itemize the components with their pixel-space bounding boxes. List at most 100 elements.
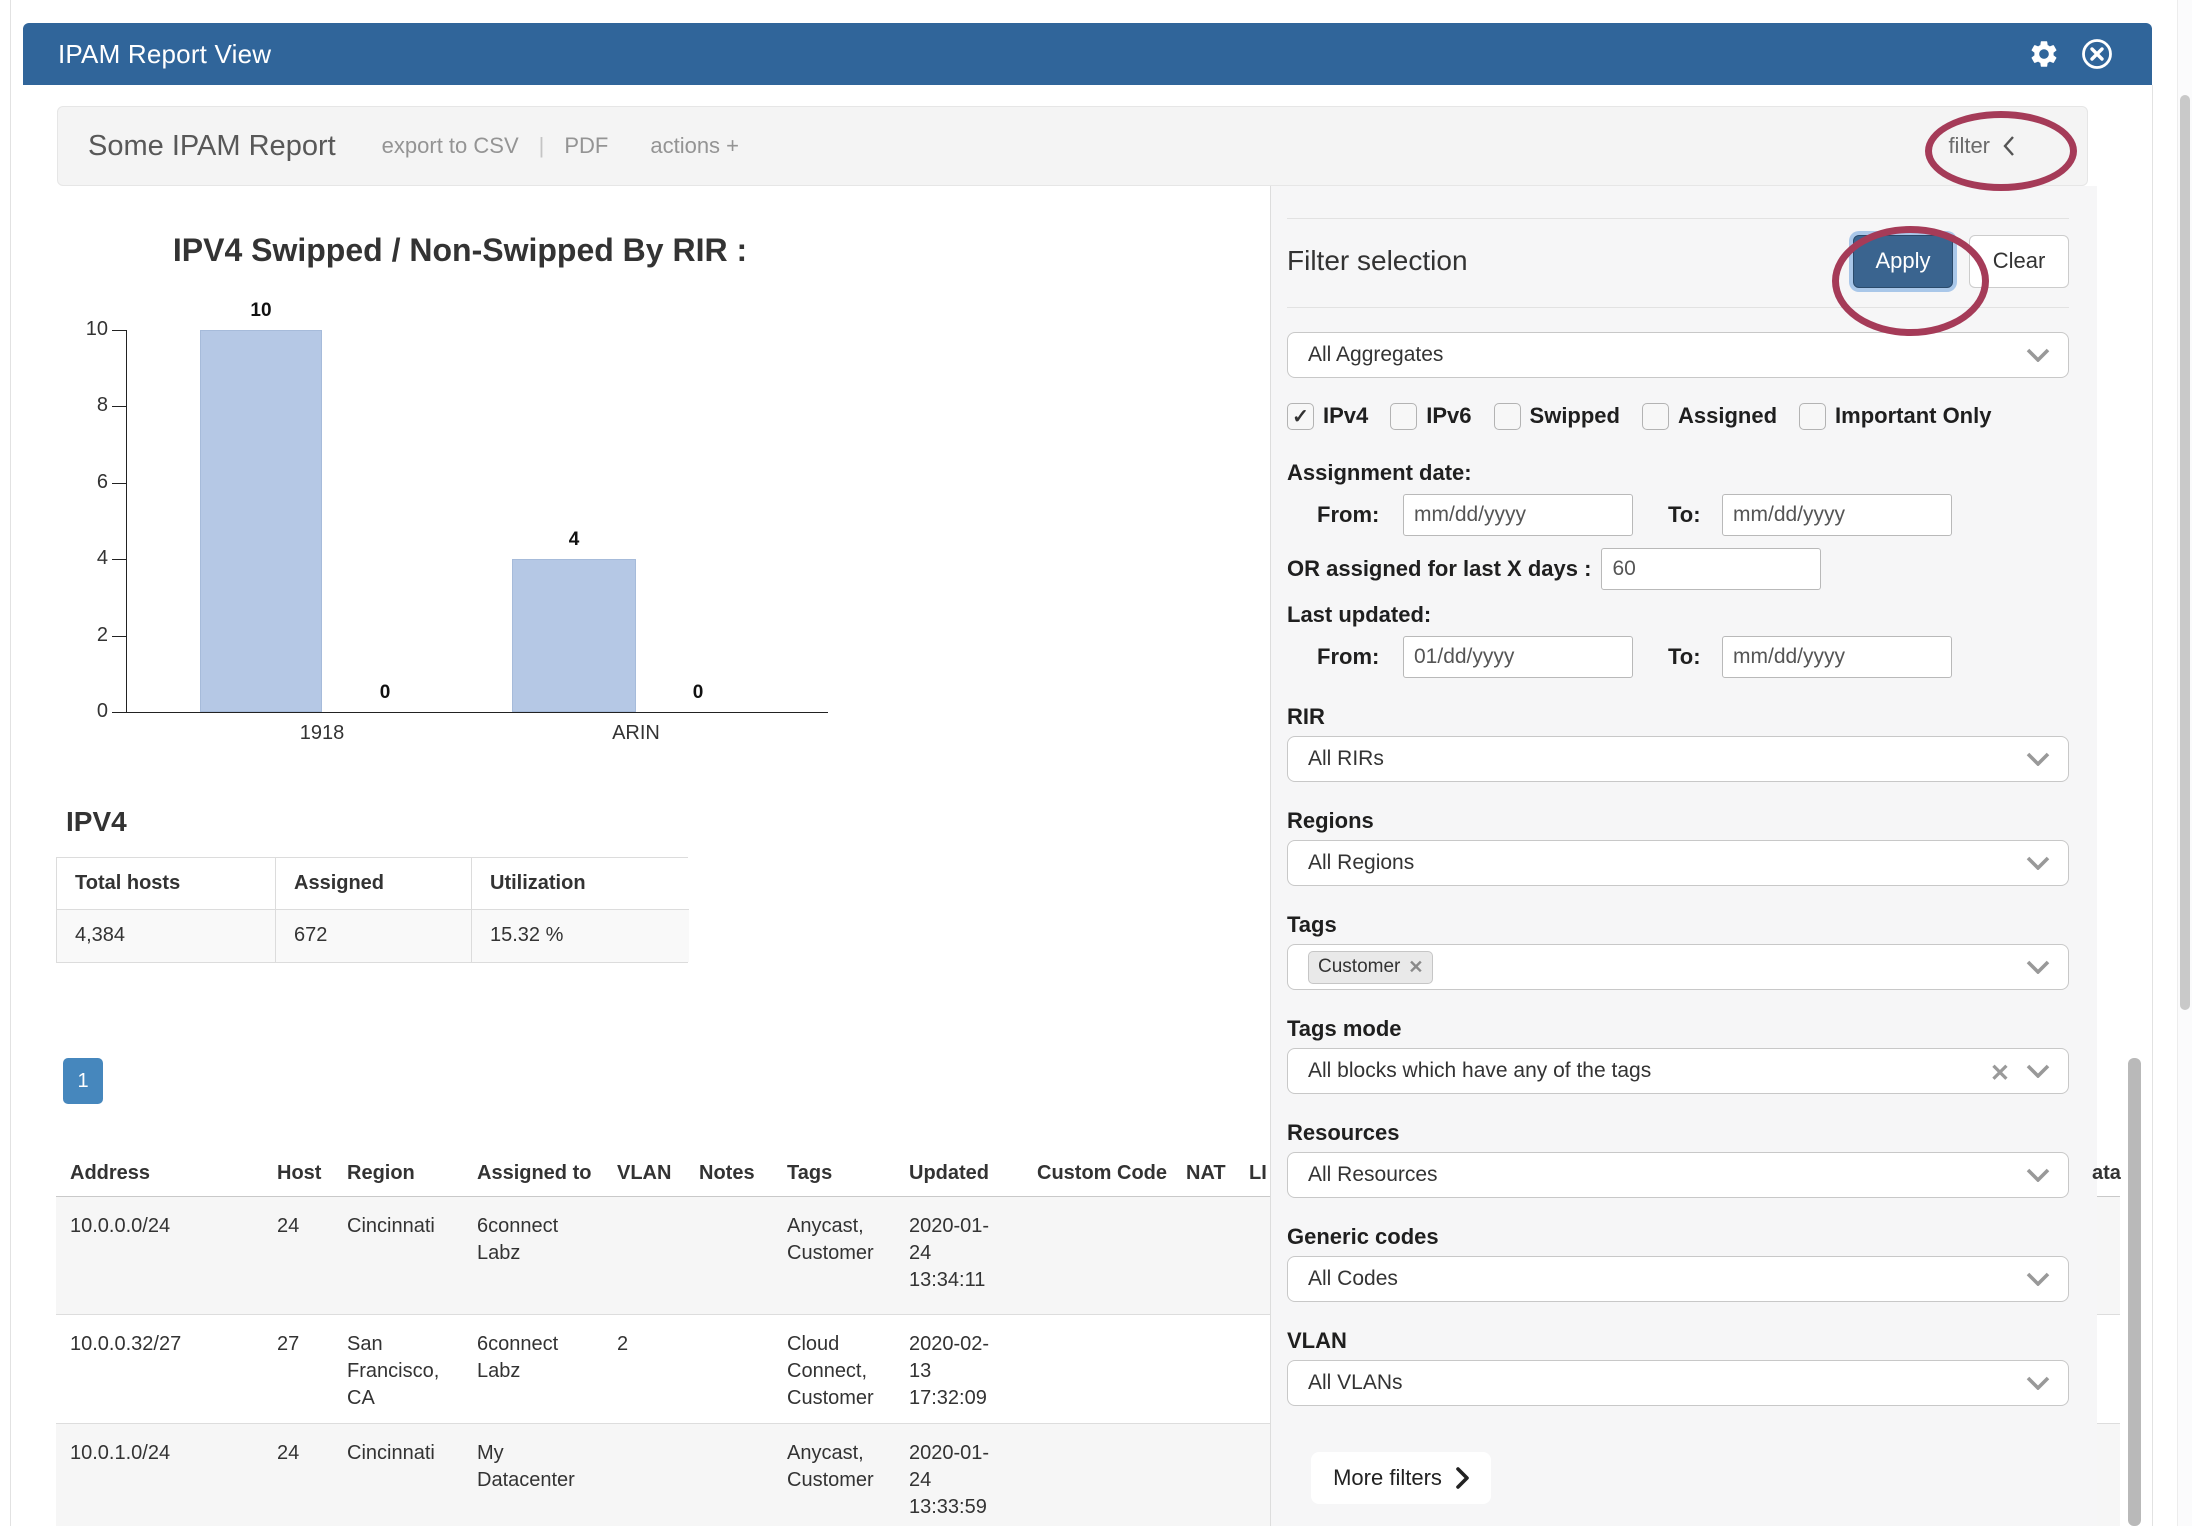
gear-icon[interactable] bbox=[2028, 38, 2060, 70]
x-axis-line bbox=[126, 712, 828, 713]
checkbox-unchecked[interactable] bbox=[1494, 403, 1521, 430]
outer-card-left-border bbox=[10, 0, 11, 1526]
assignment-date-row: From: To: bbox=[1287, 494, 2069, 536]
titlebar-icons bbox=[2028, 23, 2114, 85]
summary-header-cell: Total hosts bbox=[57, 858, 276, 910]
bar-zero-label: 0 bbox=[678, 682, 718, 704]
table-header-cell: Notes bbox=[699, 1162, 755, 1185]
assignment-to-input[interactable] bbox=[1722, 494, 1952, 536]
y-axis-tick bbox=[112, 712, 126, 713]
aggregates-select-value: All Aggregates bbox=[1308, 343, 1443, 367]
resources-select[interactable]: All Resources bbox=[1287, 1152, 2069, 1198]
checkbox-item[interactable]: Important Only bbox=[1799, 403, 1991, 430]
clear-selection-icon[interactable]: ✕ bbox=[1990, 1059, 2010, 1088]
assigned-last-days-label: OR assigned for last X days : bbox=[1287, 556, 1591, 582]
y-axis-tick bbox=[112, 330, 126, 331]
select-value: All Codes bbox=[1308, 1267, 1398, 1291]
table-cell: 10.0.0.0/24 bbox=[70, 1213, 265, 1240]
rir-select[interactable]: All RIRs bbox=[1287, 736, 2069, 782]
more-filters-label: More filters bbox=[1333, 1465, 1442, 1491]
apply-button[interactable]: Apply bbox=[1853, 235, 1953, 288]
generic-codes-select[interactable]: All Codes bbox=[1287, 1256, 2069, 1302]
window-scrollbar-thumb[interactable] bbox=[2180, 95, 2190, 1010]
table-header-cell: Assigned to bbox=[477, 1162, 591, 1185]
clear-button[interactable]: Clear bbox=[1969, 235, 2069, 288]
checkbox-label: Important Only bbox=[1835, 403, 1991, 429]
chevron-right-icon bbox=[1456, 1467, 1469, 1489]
y-axis-label: 0 bbox=[58, 700, 108, 723]
table-cell: Anycast, Customer bbox=[787, 1213, 899, 1267]
chevron-down-icon bbox=[2026, 1376, 2050, 1390]
summary-header-cell: Assigned bbox=[276, 858, 472, 910]
filter-panel-title: Filter selection bbox=[1287, 245, 1468, 277]
export-csv-link[interactable]: export to CSV bbox=[382, 133, 519, 159]
table-header-cell: LI bbox=[1249, 1162, 1267, 1185]
checkbox-item[interactable]: Assigned bbox=[1642, 403, 1777, 430]
table-cell: 2020-02- 13 17:32:09 bbox=[909, 1331, 1029, 1412]
table-cell: Cincinnati bbox=[347, 1213, 469, 1240]
chevron-down-icon bbox=[2026, 960, 2050, 974]
chip-remove-icon[interactable]: ✕ bbox=[1408, 957, 1423, 978]
chart-bar bbox=[512, 559, 636, 712]
summary-value-cell: 4,384 bbox=[57, 910, 276, 962]
y-axis-label: 8 bbox=[58, 394, 108, 417]
y-axis-line bbox=[126, 330, 127, 713]
checkbox-item[interactable]: ✓IPv4 bbox=[1287, 403, 1368, 430]
checkbox-label: Assigned bbox=[1678, 403, 1777, 429]
chevron-down-icon bbox=[2026, 1168, 2050, 1182]
checkbox-unchecked[interactable] bbox=[1642, 403, 1669, 430]
table-cell: Anycast, Customer bbox=[787, 1440, 899, 1494]
assigned-last-days-input[interactable] bbox=[1601, 548, 1821, 590]
last-updated-from-input[interactable] bbox=[1403, 636, 1633, 678]
tags-select[interactable]: Customer✕ bbox=[1287, 944, 2069, 990]
table-cell: 6connect Labz bbox=[477, 1331, 607, 1385]
table-cell: 2020-01- 24 13:33:59 bbox=[909, 1440, 1029, 1521]
table-cell: 10.0.1.0/24 bbox=[70, 1440, 265, 1467]
filter-sections: RIRAll RIRsRegionsAll RegionsTagsCustome… bbox=[1287, 704, 2069, 1406]
ipam-report-window: IPAM Report View Some IPAM Report export… bbox=[0, 0, 2192, 1526]
select-value: All Regions bbox=[1308, 851, 1414, 875]
export-pdf-link[interactable]: PDF bbox=[564, 133, 608, 159]
window-title: IPAM Report View bbox=[58, 39, 271, 70]
y-axis-label: 2 bbox=[58, 624, 108, 647]
summary-value-cell: 672 bbox=[276, 910, 472, 962]
table-header-cell: Region bbox=[347, 1162, 415, 1185]
filter-section-label-resources: Resources bbox=[1287, 1120, 2069, 1146]
table-cell: San Francisco, CA bbox=[347, 1331, 469, 1412]
checkbox-unchecked[interactable] bbox=[1799, 403, 1826, 430]
checkbox-item[interactable]: Swipped bbox=[1494, 403, 1620, 430]
chevron-down-icon bbox=[2026, 348, 2050, 362]
filter-section-label-tags-mode: Tags mode bbox=[1287, 1016, 2069, 1042]
checkbox-label: IPv6 bbox=[1426, 403, 1471, 429]
assignment-date-label: Assignment date: bbox=[1287, 460, 2069, 486]
filter-panel: Filter selection Apply Clear All Aggrega… bbox=[1270, 186, 2097, 1526]
filter-toggle-label: filter bbox=[1948, 133, 1990, 159]
aggregates-select[interactable]: All Aggregates bbox=[1287, 332, 2069, 378]
table-cell: 6connect Labz bbox=[477, 1213, 607, 1267]
more-filters-button[interactable]: More filters bbox=[1311, 1452, 1491, 1504]
assignment-from-label: From: bbox=[1317, 502, 1403, 528]
chevron-down-icon bbox=[2026, 752, 2050, 766]
regions-select[interactable]: All Regions bbox=[1287, 840, 2069, 886]
tags-mode-select[interactable]: All blocks which have any of the tags✕ bbox=[1287, 1048, 2069, 1094]
assignment-from-input[interactable] bbox=[1403, 494, 1633, 536]
filter-toggle[interactable]: filter bbox=[1948, 133, 2015, 159]
toolbar-separator: | bbox=[539, 133, 545, 159]
panel-divider-2 bbox=[1287, 307, 2069, 308]
checkbox-checked[interactable]: ✓ bbox=[1287, 403, 1314, 430]
last-updated-to-input[interactable] bbox=[1722, 636, 1952, 678]
vlan-select[interactable]: All VLANs bbox=[1287, 1360, 2069, 1406]
checkbox-item[interactable]: IPv6 bbox=[1390, 403, 1471, 430]
table-header-cell: Updated bbox=[909, 1162, 989, 1185]
type-checkbox-row: ✓IPv4 IPv6 Swipped Assigned Important Only bbox=[1287, 402, 2069, 430]
chevron-down-icon bbox=[2026, 856, 2050, 870]
inner-scrollbar-thumb[interactable] bbox=[2128, 1058, 2141, 1526]
pagination-page-1[interactable]: 1 bbox=[63, 1058, 103, 1104]
y-axis-tick bbox=[112, 636, 126, 637]
filter-section-label-generic-codes: Generic codes bbox=[1287, 1224, 2069, 1250]
bar-zero-label: 0 bbox=[365, 682, 405, 704]
chevron-down-icon bbox=[2026, 1064, 2050, 1078]
actions-menu-link[interactable]: actions + bbox=[650, 133, 739, 159]
checkbox-unchecked[interactable] bbox=[1390, 403, 1417, 430]
close-icon[interactable] bbox=[2080, 37, 2114, 71]
